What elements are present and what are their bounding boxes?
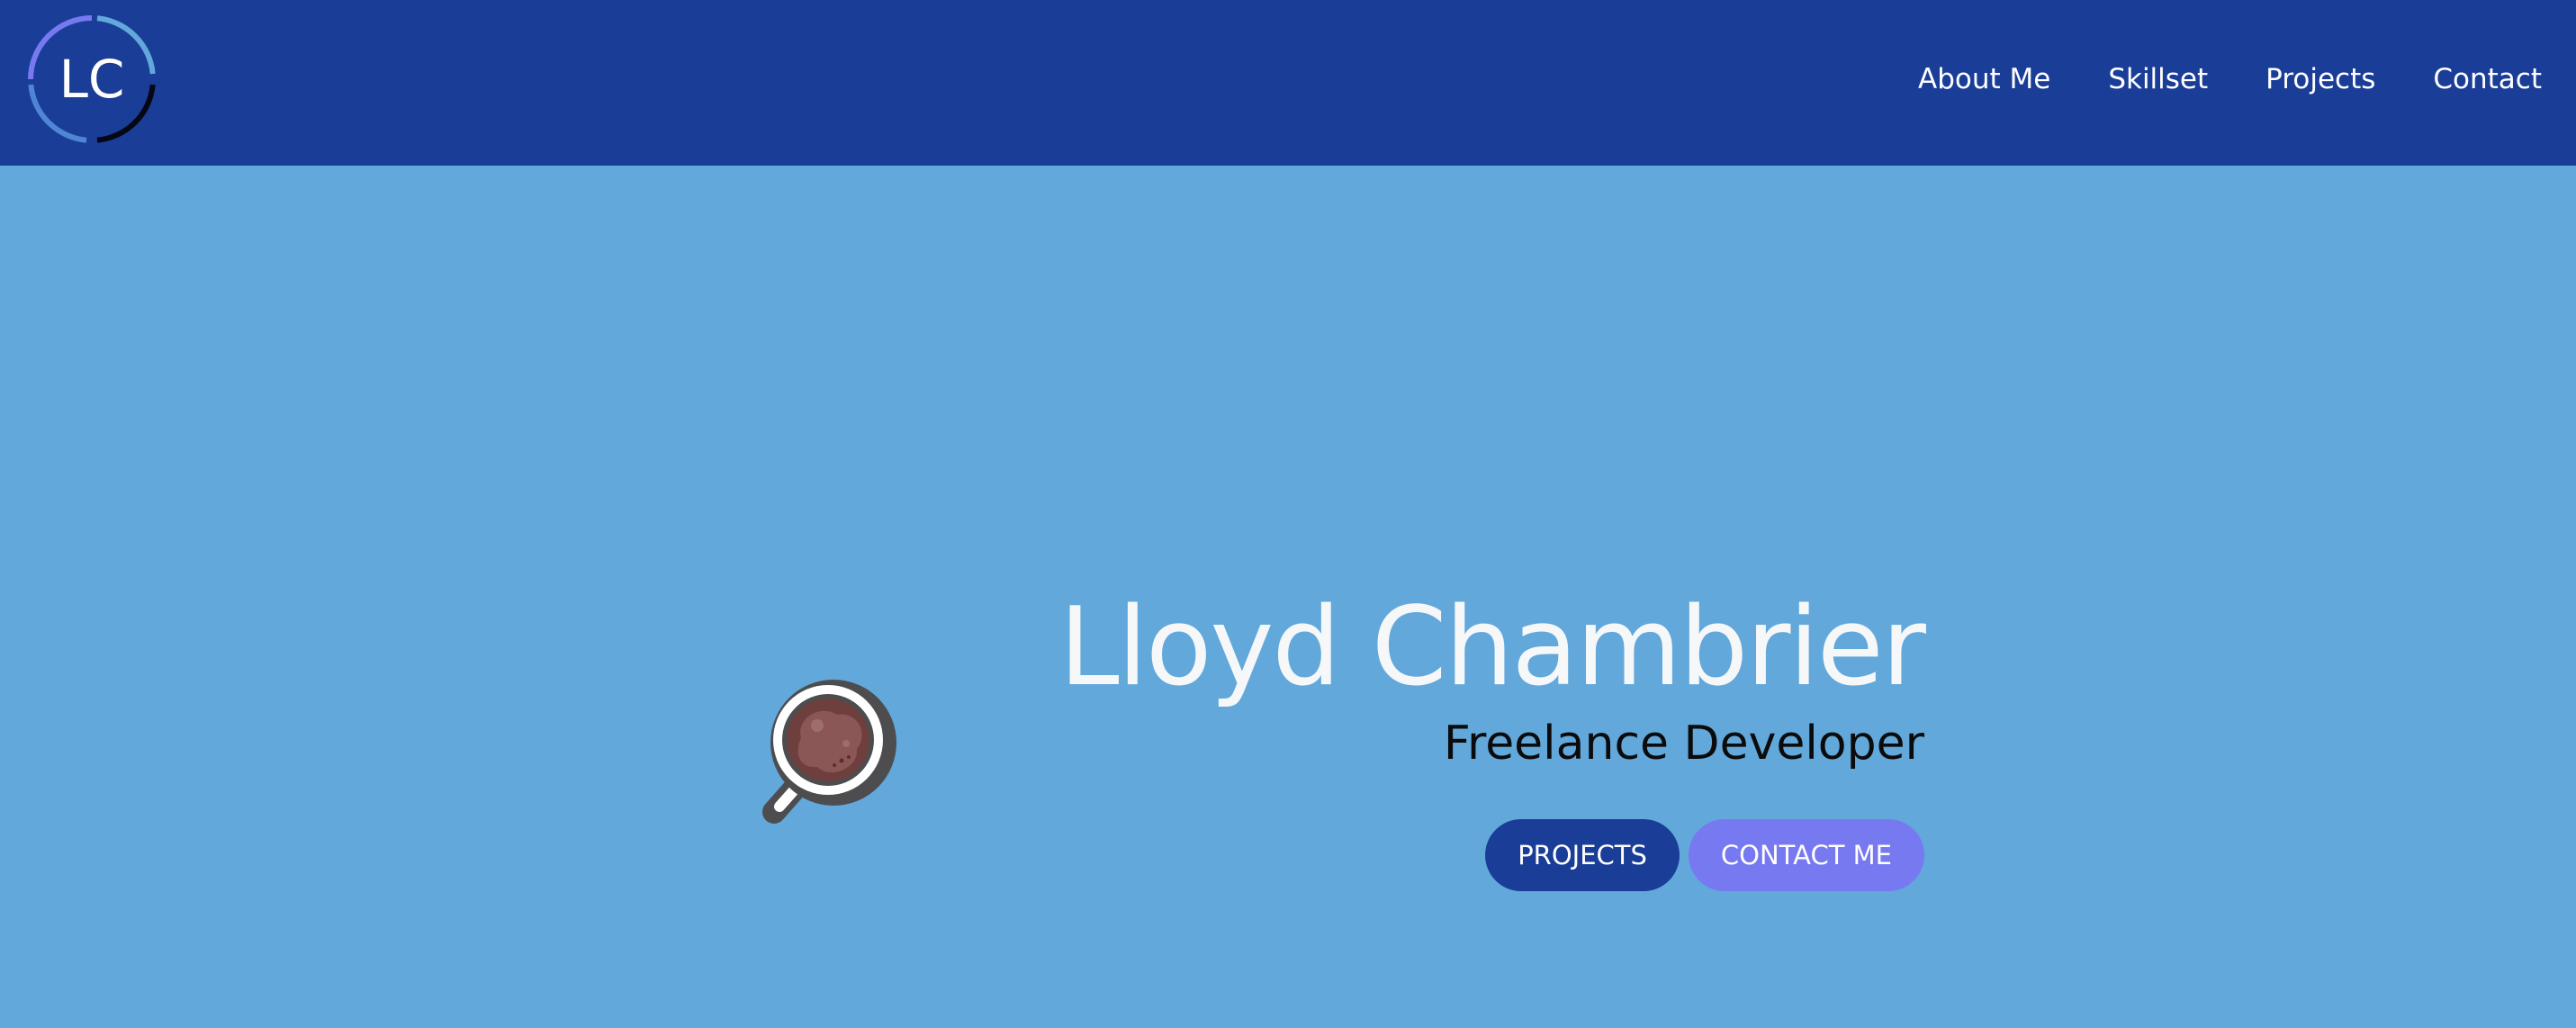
coffee-mug-icon — [758, 668, 909, 830]
home-logo-link[interactable]: LC — [25, 13, 158, 146]
hero-section: Lloyd Chambrier Freelance Developer PROJ… — [1058, 585, 1926, 891]
contact-me-button[interactable]: CONTACT ME — [1688, 819, 1924, 891]
site-header: LC About Me Skillset Projects Contact — [0, 0, 2576, 166]
nav-skillset[interactable]: Skillset — [2108, 56, 2208, 103]
nav-contact[interactable]: Contact — [2433, 56, 2542, 103]
lc-monogram-logo-icon: LC — [28, 15, 156, 143]
main-nav: About Me Skillset Projects Contact — [1918, 56, 2542, 103]
hero-name: Lloyd Chambrier — [1058, 585, 1926, 710]
logo-initials: LC — [59, 49, 125, 110]
nav-projects[interactable]: Projects — [2265, 56, 2375, 103]
nav-about-me[interactable]: About Me — [1918, 56, 2050, 103]
hero-buttons: PROJECTS CONTACT ME — [1059, 819, 1924, 891]
hero-role: Freelance Developer — [1443, 717, 1924, 771]
projects-button[interactable]: PROJECTS — [1485, 819, 1680, 891]
